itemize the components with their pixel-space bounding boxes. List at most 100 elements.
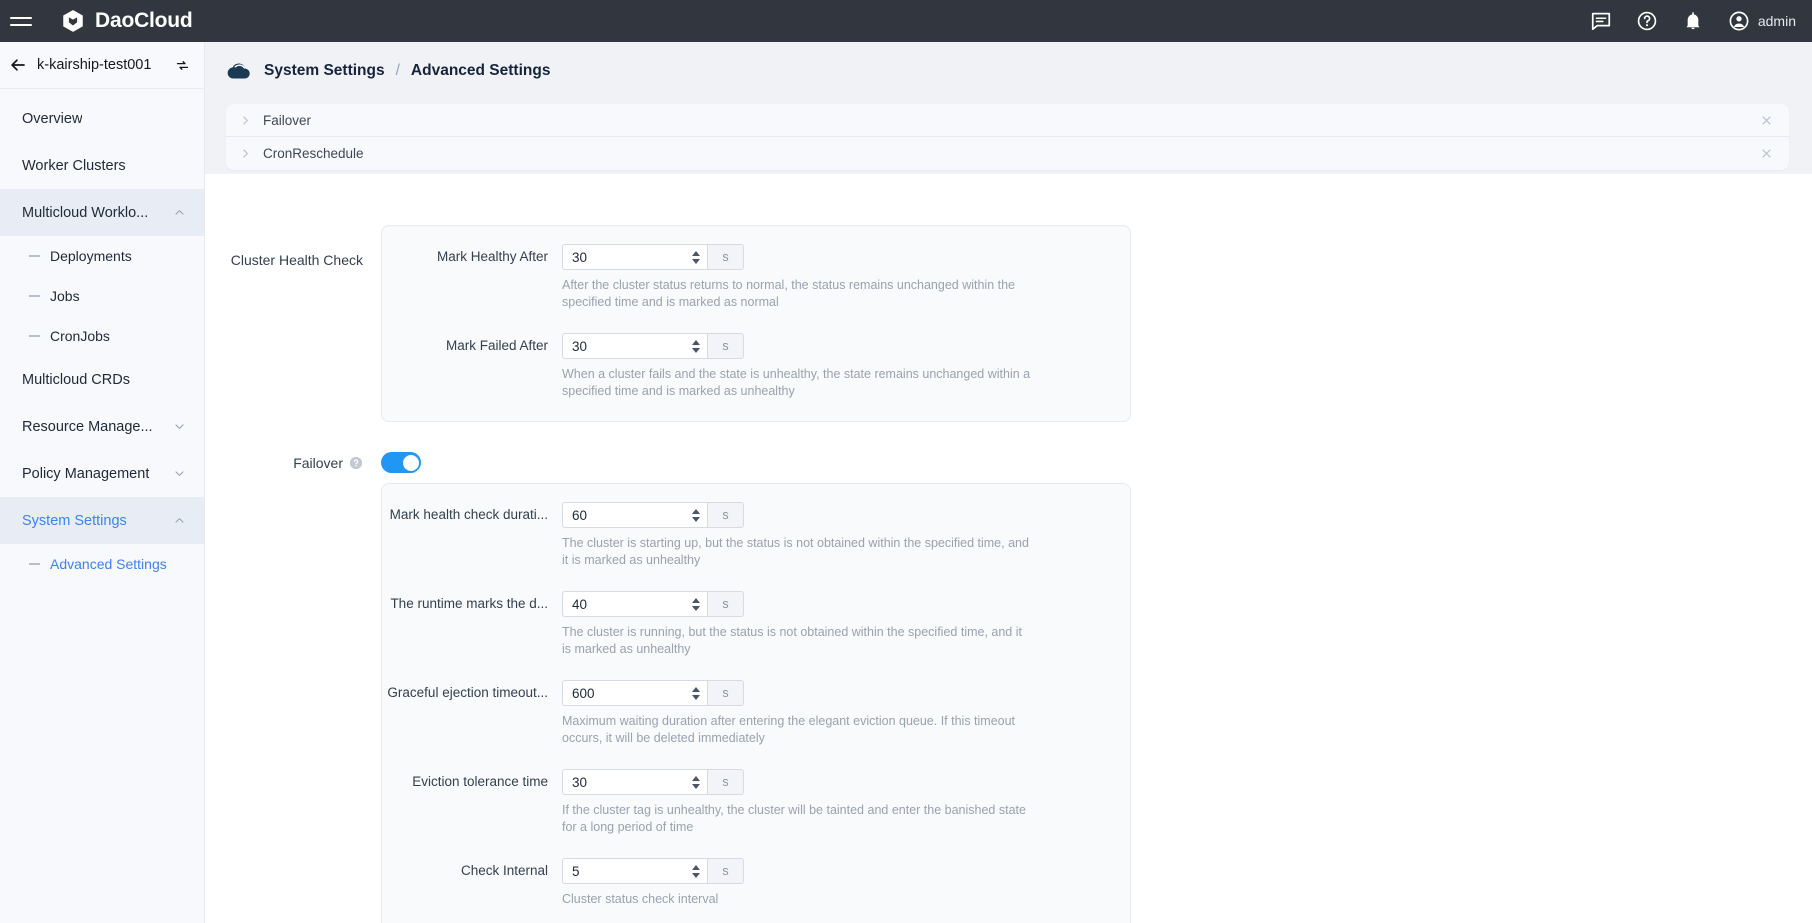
sidebar-item-multicloud-crds[interactable]: Multicloud CRDs (0, 356, 204, 403)
stepper-arrows[interactable] (692, 340, 701, 353)
sidebar-item-jobs[interactable]: Jobs (0, 276, 204, 316)
failover-toggle[interactable] (381, 452, 421, 473)
stepper-up-icon[interactable] (692, 251, 700, 256)
field-label: The runtime marks the d... (382, 591, 562, 611)
stepper-down-icon[interactable] (692, 784, 700, 789)
sidebar-item-label: CronJobs (50, 328, 110, 344)
brand-name: DaoCloud (95, 9, 193, 33)
eviction-tolerance-time-input[interactable] (572, 775, 692, 790)
unit-suffix: s (707, 858, 744, 884)
check-internal-input[interactable] (572, 864, 692, 879)
number-input-box[interactable] (562, 244, 707, 270)
user-menu[interactable]: admin (1728, 10, 1796, 32)
number-stepper[interactable]: s (562, 858, 1032, 884)
field-label: Eviction tolerance time (382, 769, 562, 789)
stepper-up-icon[interactable] (692, 509, 700, 514)
message-icon[interactable] (1590, 10, 1612, 32)
graceful-ejection-timeout-input[interactable] (572, 686, 692, 701)
sidebar-item-policy-management[interactable]: Policy Management (0, 450, 204, 497)
number-stepper[interactable]: s (562, 502, 1032, 528)
card-spacer (382, 399, 1130, 421)
number-input-box[interactable] (562, 769, 707, 795)
mark-healthy-after-input[interactable] (572, 250, 692, 265)
number-input-box[interactable] (562, 333, 707, 359)
number-stepper[interactable]: s (562, 244, 1032, 270)
stepper-down-icon[interactable] (692, 606, 700, 611)
stepper-arrows[interactable] (692, 865, 701, 878)
unit-suffix: s (707, 502, 744, 528)
avatar-icon (1728, 10, 1750, 32)
number-input-box[interactable] (562, 502, 707, 528)
stepper-up-icon[interactable] (692, 598, 700, 603)
stepper-up-icon[interactable] (692, 340, 700, 345)
stepper-down-icon[interactable] (692, 259, 700, 264)
chevron-down-icon (173, 467, 186, 480)
number-input-box[interactable] (562, 858, 707, 884)
sidebar-item-label: Multicloud Worklo... (22, 205, 148, 221)
back-arrow-icon[interactable] (9, 56, 27, 74)
stepper-up-icon[interactable] (692, 776, 700, 781)
close-icon[interactable] (1760, 114, 1773, 127)
panel-cronreschedule[interactable]: CronReschedule (226, 137, 1789, 170)
user-name: admin (1758, 13, 1796, 29)
number-input-box[interactable] (562, 591, 707, 617)
stepper-down-icon[interactable] (692, 348, 700, 353)
stepper-arrows[interactable] (692, 251, 701, 264)
sidebar-nav: Overview Worker Clusters Multicloud Work… (0, 89, 204, 584)
bullet-dash-icon (29, 295, 40, 297)
stepper-up-icon[interactable] (692, 865, 700, 870)
panel-failover[interactable]: Failover (226, 104, 1789, 137)
number-stepper[interactable]: s (562, 769, 1032, 795)
help-circle-icon[interactable] (349, 456, 363, 470)
close-icon[interactable] (1760, 147, 1773, 160)
field-mark-healthy-after: Mark Healthy After s (382, 226, 1130, 310)
sidebar-item-label: Policy Management (22, 466, 149, 482)
field-runtime-marks-duration: The runtime marks the d... s (382, 568, 1130, 657)
chevron-right-icon[interactable] (239, 114, 252, 127)
stepper-up-icon[interactable] (692, 687, 700, 692)
number-stepper[interactable]: s (562, 591, 1032, 617)
section-cluster-health-check: Cluster Health Check Mark Healthy After (205, 225, 1812, 422)
hamburger-icon[interactable] (10, 10, 32, 32)
sidebar-item-overview[interactable]: Overview (0, 95, 204, 142)
stepper-arrows[interactable] (692, 687, 701, 700)
sidebar-item-advanced-settings[interactable]: Advanced Settings (0, 544, 204, 584)
collapsible-panels: Failover CronReschedule (226, 104, 1789, 170)
sidebar-item-cronjobs[interactable]: CronJobs (0, 316, 204, 356)
bell-icon[interactable] (1682, 10, 1704, 32)
help-icon[interactable] (1636, 10, 1658, 32)
stepper-arrows[interactable] (692, 509, 701, 522)
sidebar-item-deployments[interactable]: Deployments (0, 236, 204, 276)
refresh-icon[interactable] (175, 58, 190, 73)
stepper-down-icon[interactable] (692, 695, 700, 700)
runtime-marks-duration-input[interactable] (572, 597, 692, 612)
failover-card: Mark health check durati... s (381, 483, 1131, 923)
chevron-up-icon (173, 206, 186, 219)
stepper-down-icon[interactable] (692, 873, 700, 878)
number-input-box[interactable] (562, 680, 707, 706)
cluster-selector[interactable]: k-kairship-test001 (0, 42, 204, 89)
panel-title: Failover (263, 113, 311, 128)
layout-spacer (226, 483, 381, 923)
number-stepper[interactable]: s (562, 680, 1032, 706)
breadcrumb: System Settings / Advanced Settings (205, 42, 1812, 86)
chevron-right-icon[interactable] (239, 147, 252, 160)
stepper-down-icon[interactable] (692, 517, 700, 522)
sidebar-item-resource-management[interactable]: Resource Manage... (0, 403, 204, 450)
sidebar-item-worker-clusters[interactable]: Worker Clusters (0, 142, 204, 189)
mark-failed-after-input[interactable] (572, 339, 692, 354)
unit-suffix: s (707, 769, 744, 795)
sidebar-item-multicloud-workloads[interactable]: Multicloud Worklo... (0, 189, 204, 236)
number-stepper[interactable]: s (562, 333, 1032, 359)
panel-title: CronReschedule (263, 146, 364, 161)
stepper-arrows[interactable] (692, 776, 701, 789)
brand-logo[interactable]: DaoCloud (60, 8, 193, 34)
breadcrumb-parent[interactable]: System Settings (264, 62, 385, 80)
sidebar-item-system-settings[interactable]: System Settings (0, 497, 204, 544)
sidebar-item-label: Advanced Settings (50, 556, 167, 572)
stepper-arrows[interactable] (692, 598, 701, 611)
sidebar-item-label: Deployments (50, 248, 132, 264)
mark-health-check-duration-input[interactable] (572, 508, 692, 523)
bullet-dash-icon (29, 563, 40, 565)
field-label: Mark Healthy After (382, 244, 562, 264)
